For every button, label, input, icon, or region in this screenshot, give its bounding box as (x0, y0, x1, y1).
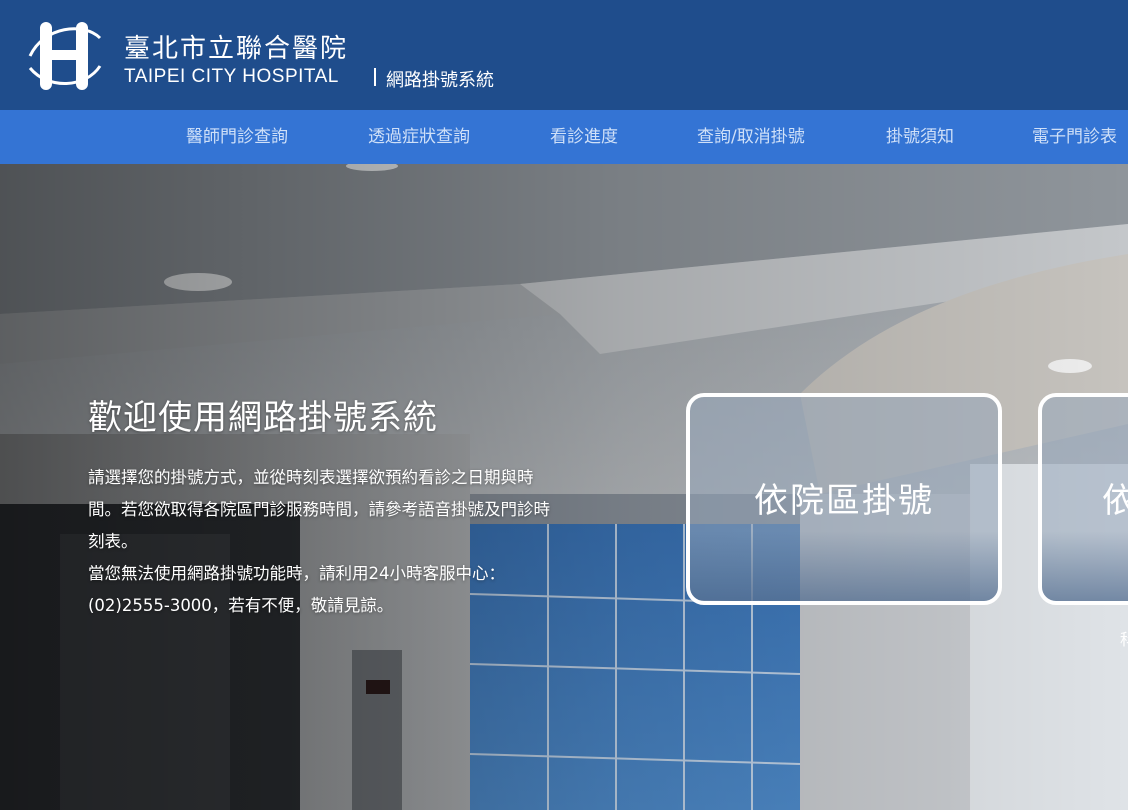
welcome-title: 歡迎使用網路掛號系統 (88, 398, 438, 438)
intro-text: 請選擇您的掛號方式，並從時刻表選擇欲預約看診之日期與時間。若您欲取得各院區門診服… (88, 462, 558, 622)
register-by-branch-card[interactable]: 依院區掛號 (686, 393, 1002, 605)
register-second-option-card[interactable]: 依 (1038, 393, 1128, 605)
nav-query-cancel-registration[interactable]: 查詢/取消掛號 (697, 110, 805, 164)
offscreen-text-fragment: 科 (1120, 626, 1128, 650)
hospital-name-zh: 臺北市立聯合醫院 (124, 34, 349, 64)
main-nav: 醫師門診查詢 透過症狀查詢 看診進度 查詢/取消掛號 掛號須知 電子門診表 (0, 110, 1128, 164)
nav-doctor-clinic-search[interactable]: 醫師門診查詢 (186, 110, 288, 164)
hospital-h-logo-icon[interactable] (26, 16, 104, 94)
card-shade (1042, 531, 1128, 601)
hero-banner: 歡迎使用網路掛號系統 請選擇您的掛號方式，並從時刻表選擇欲預約看診之日期與時間。… (0, 164, 1128, 810)
nav-electronic-schedule[interactable]: 電子門診表 (1032, 110, 1117, 164)
header-divider (374, 68, 376, 86)
system-name: 網路掛號系統 (386, 70, 494, 91)
site-header: 臺北市立聯合醫院 TAIPEI CITY HOSPITAL 網路掛號系統 (0, 0, 1128, 110)
nav-registration-notice[interactable]: 掛號須知 (886, 110, 954, 164)
card-shade (690, 531, 998, 601)
page: 臺北市立聯合醫院 TAIPEI CITY HOSPITAL 網路掛號系統 醫師門… (0, 0, 1128, 810)
hospital-name-en: TAIPEI CITY HOSPITAL (124, 66, 339, 87)
register-by-branch-label: 依院區掛號 (754, 481, 934, 521)
intro-paragraph-hotline: 當您無法使用網路掛號功能時，請利用24小時客服中心：(02)2555-3000，… (88, 564, 505, 615)
intro-paragraph-registration: 請選擇您的掛號方式，並從時刻表選擇欲預約看診之日期與時間。若您欲取得各院區門診服… (88, 468, 550, 551)
register-second-option-label: 依 (1102, 473, 1128, 522)
nav-clinic-progress[interactable]: 看診進度 (550, 110, 618, 164)
nav-symptom-search[interactable]: 透過症狀查詢 (368, 110, 470, 164)
